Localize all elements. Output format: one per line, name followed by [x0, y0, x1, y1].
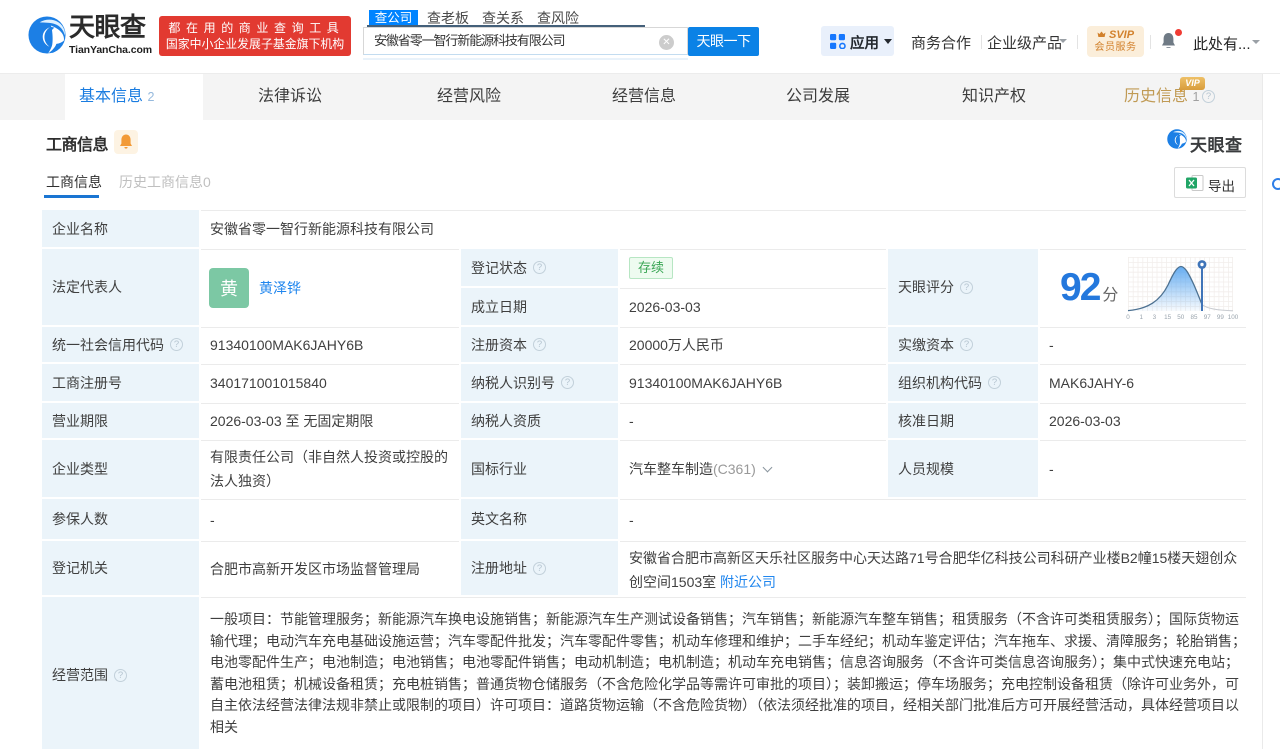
- svg-text:15: 15: [1164, 314, 1172, 321]
- svg-text:97: 97: [1204, 314, 1212, 321]
- svg-text:1: 1: [1139, 314, 1143, 321]
- svg-text:99: 99: [1217, 314, 1225, 321]
- svg-text:0: 0: [1126, 314, 1130, 321]
- svg-text:100: 100: [1228, 314, 1239, 321]
- svg-text:3: 3: [1153, 314, 1157, 321]
- svg-text:85: 85: [1190, 314, 1198, 321]
- svg-text:50: 50: [1177, 314, 1185, 321]
